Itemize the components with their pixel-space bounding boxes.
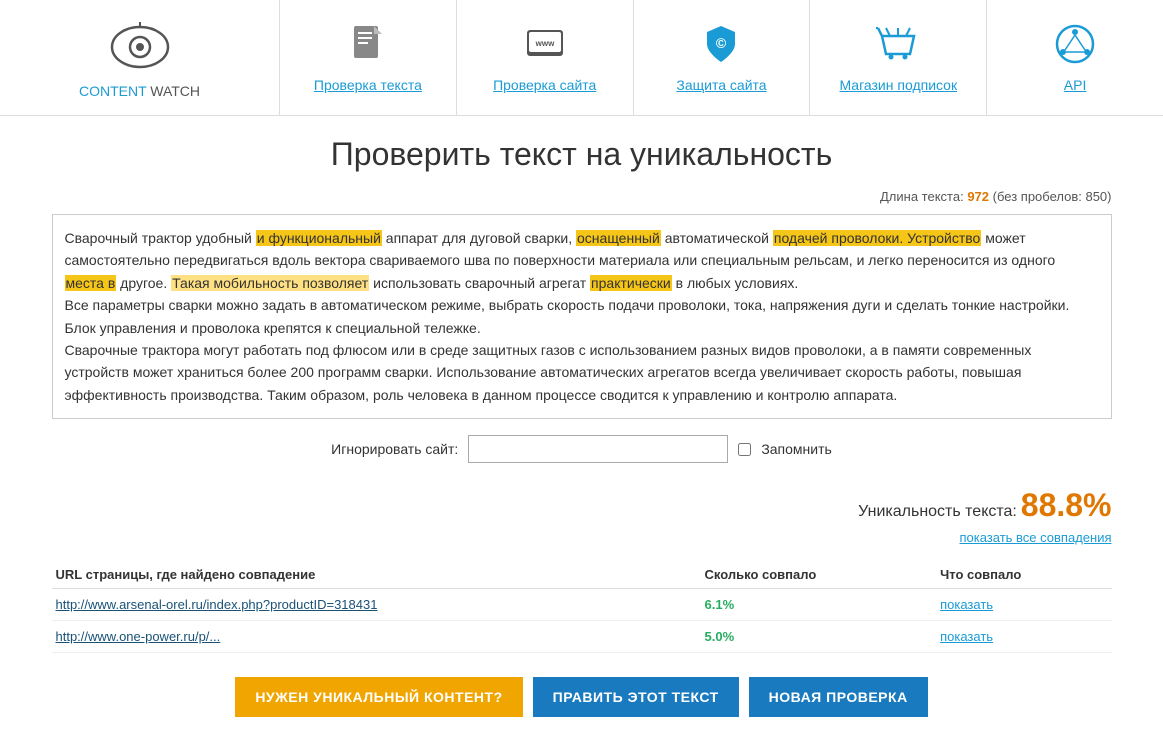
logo-eye-icon [110, 17, 170, 77]
need-unique-button[interactable]: НУЖЕН УНИКАЛЬНЫЙ КОНТЕНТ? [235, 677, 522, 717]
page-title: Проверить текст на уникальность [52, 136, 1112, 173]
result-show-link[interactable]: показать [940, 629, 993, 644]
text-length-suffix: (без пробелов: 850) [993, 189, 1112, 204]
ignore-site-input[interactable] [468, 435, 728, 463]
remember-label: Запомнить [761, 441, 832, 457]
header: CONTENT WATCH Проверка текста www Провер… [0, 0, 1163, 116]
results-table: URL страницы, где найдено совпадение Ско… [52, 561, 1112, 653]
basket-icon [876, 22, 920, 69]
action-buttons-row: НУЖЕН УНИКАЛЬНЫЙ КОНТЕНТ? ПРАВИТЬ ЭТОТ Т… [52, 677, 1112, 717]
uniqueness-label: Уникальность текста: [858, 503, 1017, 520]
ignore-label: Игнорировать сайт: [331, 441, 458, 457]
nav-shop[interactable]: Магазин подписок [810, 0, 987, 115]
result-percent: 5.0% [701, 621, 937, 653]
result-url-link[interactable]: http://www.arsenal-orel.ru/index.php?pro… [56, 597, 378, 612]
uniqueness-section: Уникальность текста: 88.8% [52, 487, 1112, 524]
text-length-info: Длина текста: 972 (без пробелов: 850) [52, 189, 1112, 204]
nav-api[interactable]: API [987, 0, 1163, 115]
nav-shop-label: Магазин подписок [839, 77, 957, 93]
uniqueness-value: 88.8% [1021, 487, 1112, 523]
nav-api-label: API [1064, 77, 1087, 93]
text-length-count: 972 [967, 189, 989, 204]
new-check-button[interactable]: НОВАЯ ПРОВЕРКА [749, 677, 928, 717]
main-content: Проверить текст на уникальность Длина те… [32, 116, 1132, 737]
nav-check-site-label: Проверка сайта [493, 77, 596, 93]
result-url-link[interactable]: http://www.one-power.ru/p/... [56, 629, 221, 644]
nav-check-site[interactable]: www Проверка сайта [457, 0, 634, 115]
nav-check-text[interactable]: Проверка текста [280, 0, 457, 115]
show-all-matches-link[interactable]: показать все совпадения [52, 530, 1112, 545]
result-show-link[interactable]: показать [940, 597, 993, 612]
logo-text: CONTENT WATCH [79, 83, 200, 99]
text-display-area: Сварочный трактор удобный и функциональн… [52, 214, 1112, 419]
www-icon: www [523, 22, 567, 69]
shield-icon: © [699, 22, 743, 69]
result-percent: 6.1% [701, 589, 937, 621]
nav-check-text-label: Проверка текста [314, 77, 422, 93]
table-row: http://www.arsenal-orel.ru/index.php?pro… [52, 589, 1112, 621]
edit-text-button[interactable]: ПРАВИТЬ ЭТОТ ТЕКСТ [533, 677, 739, 717]
text-length-label: Длина текста: [880, 189, 964, 204]
document-icon [346, 22, 390, 69]
svg-text:©: © [716, 35, 727, 51]
col-match: Что совпало [936, 561, 1111, 589]
col-url: URL страницы, где найдено совпадение [52, 561, 701, 589]
table-row: http://www.one-power.ru/p/... 5.0%показат… [52, 621, 1112, 653]
nav-protect-site-label: Защита сайта [676, 77, 766, 93]
ignore-site-row: Игнорировать сайт: Запомнить [52, 435, 1112, 463]
api-icon [1053, 22, 1097, 69]
nav-protect-site[interactable]: © Защита сайта [634, 0, 811, 115]
svg-text:www: www [534, 39, 554, 48]
remember-checkbox[interactable] [738, 443, 751, 456]
col-percent: Сколько совпало [701, 561, 937, 589]
logo-area: CONTENT WATCH [0, 0, 280, 115]
